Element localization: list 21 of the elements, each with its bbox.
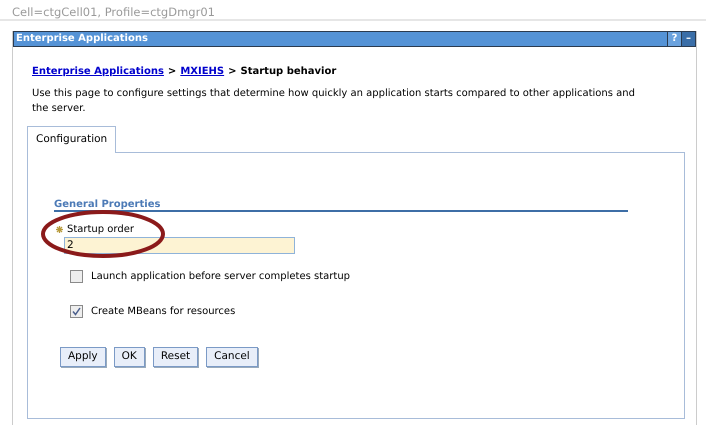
breadcrumb-separator: >: [228, 65, 236, 79]
action-button[interactable]: Reset: [152, 346, 198, 366]
breadcrumb-link[interactable]: MXIEHS: [180, 64, 224, 79]
section-title: General Properties: [54, 198, 628, 212]
tab[interactable]: Configuration: [27, 126, 116, 153]
action-button[interactable]: OK: [114, 346, 145, 366]
field-label: Startup order: [67, 222, 134, 237]
panel-title: Enterprise Applications: [16, 32, 149, 46]
startup-order-field[interactable]: 2: [64, 236, 295, 254]
breadcrumb-separator: >: [168, 65, 176, 79]
checkbox-label: Launch application before server completes startup: [91, 270, 350, 284]
checkbox-label: Create MBeans for resources: [91, 304, 236, 319]
context-label: Cell=ctgCell01, Profile=ctgDmgr01: [0, 0, 706, 21]
action-button[interactable]: Apply: [60, 346, 106, 366]
checkbox[interactable]: [70, 270, 83, 283]
breadcrumb-current: Startup behavior: [240, 65, 336, 79]
checkbox[interactable]: [70, 304, 83, 318]
breadcrumb-link[interactable]: Enterprise Applications: [32, 64, 164, 79]
minimize-button[interactable]: –: [681, 32, 695, 46]
page-description: Use this page to configure settings that determine how quickly an application starts compared to other applications and the server.: [32, 87, 636, 116]
action-button[interactable]: Cancel: [206, 346, 258, 366]
